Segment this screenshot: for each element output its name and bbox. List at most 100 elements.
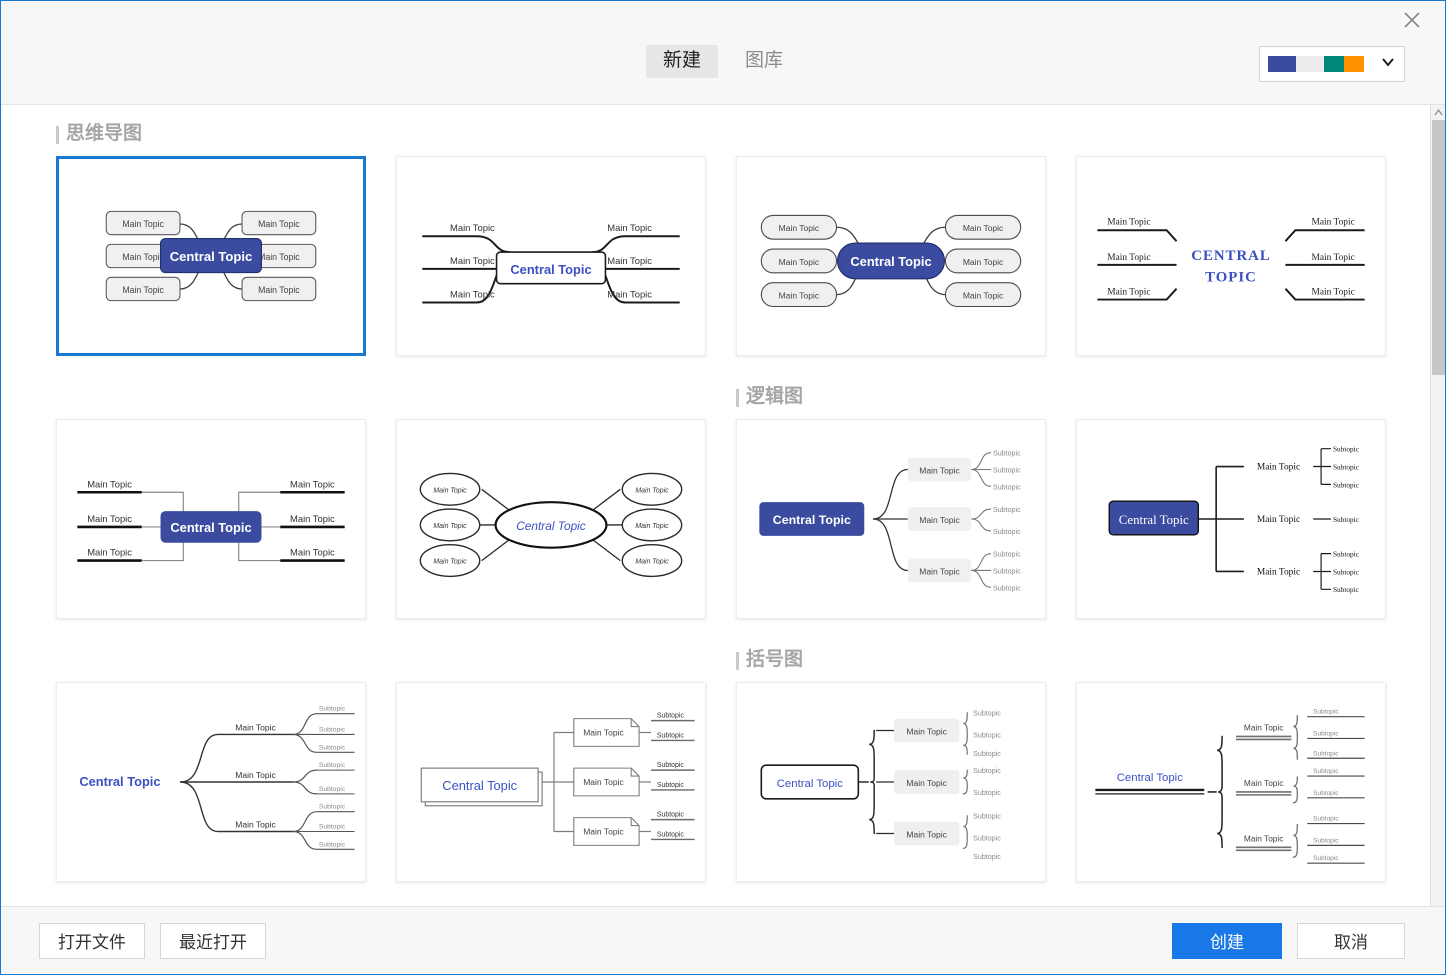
svg-text:Main Topic: Main Topic	[1312, 217, 1355, 227]
svg-text:Subtopic: Subtopic	[319, 762, 346, 769]
tab-bar: 新建 图库	[1, 45, 1445, 78]
tab-gallery[interactable]: 图库	[728, 45, 800, 78]
svg-text:Subtopic: Subtopic	[1333, 550, 1360, 559]
svg-text:Main Topic: Main Topic	[583, 826, 624, 836]
swatch-teal	[1324, 56, 1344, 72]
svg-text:Main Topic: Main Topic	[235, 770, 276, 780]
svg-text:Subtopic: Subtopic	[657, 831, 684, 838]
svg-text:Subtopic: Subtopic	[973, 789, 1001, 797]
svg-text:TOPIC: TOPIC	[1205, 270, 1257, 286]
svg-text:Main Topic: Main Topic	[779, 257, 820, 267]
swatch-orange	[1344, 56, 1364, 72]
svg-text:Main Topic: Main Topic	[1244, 833, 1284, 843]
theme-color-picker[interactable]	[1259, 46, 1405, 82]
svg-text:Main Topic: Main Topic	[1257, 567, 1300, 577]
template-card-bracket-boxes[interactable]: Central Topic Main Topic Main Topic Main…	[736, 682, 1046, 882]
tab-new[interactable]: 新建	[645, 45, 718, 78]
svg-text:Subtopic: Subtopic	[657, 732, 684, 739]
svg-text:Main Topic: Main Topic	[122, 285, 164, 295]
svg-text:Main Topic: Main Topic	[290, 478, 335, 489]
svg-text:Subtopic: Subtopic	[973, 731, 1001, 739]
template-card-mindmap-elbow[interactable]: Main Topic Main Topic Main Topic Main To…	[56, 419, 366, 619]
svg-text:Subtopic: Subtopic	[973, 767, 1001, 775]
svg-text:Subtopic: Subtopic	[1313, 750, 1339, 757]
svg-text:Subtopic: Subtopic	[319, 786, 346, 793]
svg-text:Main Topic: Main Topic	[635, 523, 669, 530]
template-row-1: Main Topic Main Topic Main Topic Main To…	[56, 156, 1431, 386]
svg-text:Main Topic: Main Topic	[290, 513, 335, 524]
svg-text:Subtopic: Subtopic	[1313, 790, 1339, 797]
svg-text:Main Topic: Main Topic	[258, 285, 300, 295]
template-card-logic-curved[interactable]: Central Topic Main Topic Main Topic Main…	[736, 419, 1046, 619]
scrollbar-thumb[interactable]	[1432, 120, 1445, 375]
svg-text:Main Topic: Main Topic	[1107, 288, 1150, 298]
svg-text:Main Topic: Main Topic	[122, 252, 164, 262]
svg-text:Main Topic: Main Topic	[1257, 463, 1300, 473]
svg-text:Main Topic: Main Topic	[235, 820, 276, 830]
svg-text:Subtopic: Subtopic	[993, 551, 1021, 559]
template-card-mindmap-rounded[interactable]: Main Topic Main Topic Main Topic Main To…	[56, 156, 366, 356]
svg-text:Main Topic: Main Topic	[963, 291, 1004, 301]
template-card-logic-note[interactable]: Central Topic Main Topic Main Topic Main…	[396, 682, 706, 882]
svg-text:Subtopic: Subtopic	[657, 713, 684, 720]
svg-text:Subtopic: Subtopic	[319, 727, 346, 734]
template-card-logic-serif[interactable]: Central Topic Main Topic Main Topic Main…	[1076, 419, 1386, 619]
template-card-mindmap-pill[interactable]: Main Topic Main Topic Main Topic Main To…	[736, 156, 1046, 356]
svg-text:Subtopic: Subtopic	[319, 804, 346, 811]
template-card-mindmap-ellipse[interactable]: Main Topic Main Topic Main Topic Main To…	[396, 419, 706, 619]
svg-text:Main Topic: Main Topic	[583, 777, 624, 787]
svg-text:Central Topic: Central Topic	[1117, 772, 1183, 784]
svg-text:Subtopic: Subtopic	[973, 710, 1001, 718]
svg-text:Main Topic: Main Topic	[433, 559, 467, 566]
svg-text:Subtopic: Subtopic	[1333, 515, 1360, 524]
create-button[interactable]: 创建	[1172, 922, 1282, 959]
svg-text:Subtopic: Subtopic	[1313, 730, 1339, 737]
template-row-3: Central Topic Main Topic Main Topic Main…	[56, 682, 1431, 906]
scroll-up-icon[interactable]	[1431, 105, 1445, 120]
svg-text:Main Topic: Main Topic	[122, 219, 164, 229]
dialog-footer: 打开文件 最近打开 创建 取消	[1, 906, 1445, 974]
svg-text:Main Topic: Main Topic	[963, 223, 1004, 233]
template-grid-wrapper: 思维导图 Main Topic Main Topic Main Topic Ma…	[1, 105, 1431, 906]
svg-text:Subtopic: Subtopic	[993, 584, 1021, 592]
footer-actions: 创建 取消	[1172, 922, 1405, 959]
svg-text:Subtopic: Subtopic	[973, 813, 1001, 821]
section-header-row-mindmap: 思维导图	[56, 123, 1431, 156]
svg-text:Main Topic: Main Topic	[583, 727, 624, 737]
cancel-button[interactable]: 取消	[1297, 922, 1405, 959]
svg-text:Main Topic: Main Topic	[450, 255, 495, 266]
svg-text:Main Topic: Main Topic	[779, 291, 820, 301]
svg-text:Subtopic: Subtopic	[1333, 585, 1360, 594]
svg-text:Subtopic: Subtopic	[657, 812, 684, 819]
template-card-mindmap-outline[interactable]: Main Topic Main Topic Main Topic Main To…	[396, 156, 706, 356]
svg-text:Subtopic: Subtopic	[993, 506, 1021, 514]
open-file-button[interactable]: 打开文件	[39, 922, 145, 959]
svg-text:Subtopic: Subtopic	[1313, 855, 1339, 862]
svg-text:Central Topic: Central Topic	[170, 520, 251, 535]
svg-text:Subtopic: Subtopic	[1333, 567, 1360, 576]
svg-text:Subtopic: Subtopic	[1333, 445, 1360, 454]
svg-text:Main Topic: Main Topic	[87, 478, 132, 489]
svg-text:Central Topic: Central Topic	[1119, 513, 1189, 527]
svg-text:Main Topic: Main Topic	[1244, 723, 1284, 733]
svg-text:Main Topic: Main Topic	[607, 222, 652, 233]
svg-text:Main Topic: Main Topic	[906, 778, 947, 788]
svg-text:Subtopic: Subtopic	[1313, 768, 1339, 775]
svg-text:Main Topic: Main Topic	[290, 547, 335, 558]
template-card-logic-underline[interactable]: Central Topic Main Topic Main Topic Main…	[56, 682, 366, 882]
svg-text:Central Topic: Central Topic	[773, 513, 851, 527]
template-card-mindmap-serif[interactable]: Main Topic Main Topic Main Topic Main To…	[1076, 156, 1386, 356]
svg-text:Main Topic: Main Topic	[258, 219, 300, 229]
svg-text:Main Topic: Main Topic	[919, 465, 960, 475]
svg-text:CENTRAL: CENTRAL	[1191, 248, 1271, 264]
section-title-mindmap: 思维导图	[56, 123, 366, 147]
svg-text:Main Topic: Main Topic	[1312, 253, 1355, 263]
svg-text:Subtopic: Subtopic	[1313, 816, 1339, 823]
vertical-scrollbar[interactable]	[1430, 105, 1445, 906]
recent-files-button[interactable]: 最近打开	[160, 922, 266, 959]
template-card-bracket-underline[interactable]: Central Topic Main Topic Main Topic Main…	[1076, 682, 1386, 882]
svg-text:Central Topic: Central Topic	[170, 249, 253, 264]
close-icon[interactable]	[1395, 5, 1429, 35]
svg-text:Central Topic: Central Topic	[442, 778, 517, 793]
template-scroll-area: 思维导图 Main Topic Main Topic Main Topic Ma…	[1, 105, 1445, 906]
